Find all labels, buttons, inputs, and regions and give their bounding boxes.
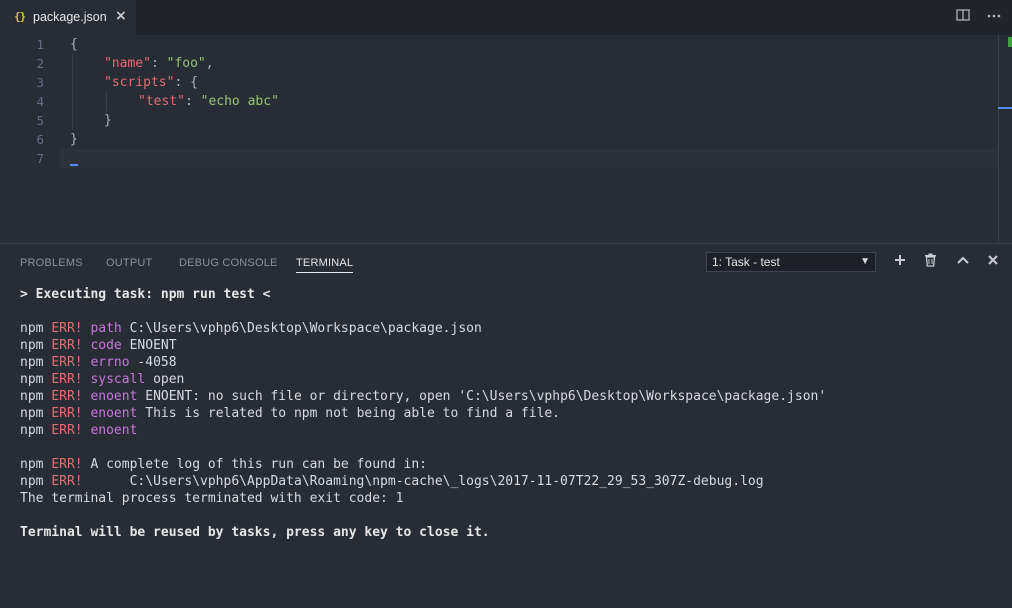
code-line: } — [104, 113, 112, 128]
terminal-select[interactable]: 1: Task - test ▼ — [706, 252, 876, 272]
close-icon[interactable]: × — [115, 8, 127, 24]
tab-problems[interactable]: PROBLEMS — [20, 257, 83, 269]
scroll-change-marker — [1008, 37, 1012, 47]
more-icon[interactable] — [987, 8, 1001, 26]
tab-terminal[interactable]: TERMINAL — [296, 257, 354, 273]
line-number: 2 — [36, 56, 44, 71]
add-terminal-icon[interactable] — [893, 253, 907, 271]
terminal-line: npm ERR! syscall open — [20, 372, 185, 387]
line-number: 6 — [36, 132, 44, 147]
code-line: "scripts": { — [104, 75, 198, 90]
code-line: "name": "foo", — [104, 56, 214, 71]
scrollbar-track[interactable] — [998, 35, 999, 243]
tab-package-json[interactable]: {} package.json × — [0, 0, 136, 35]
code-line: { — [70, 37, 78, 52]
terminal-line: > Executing task: npm run test < — [20, 287, 271, 302]
terminal-line: Terminal will be reused by tasks, press … — [20, 525, 490, 540]
tab-label: package.json — [33, 10, 107, 24]
close-panel-icon[interactable] — [987, 253, 999, 271]
terminal-line: The terminal process terminated with exi… — [20, 491, 404, 506]
terminal-line: npm ERR! enoent ENOENT: no such file or … — [20, 389, 827, 404]
line-number: 5 — [36, 113, 44, 128]
terminal-line: npm ERR! enoent This is related to npm n… — [20, 406, 561, 421]
current-line-highlight — [60, 149, 998, 168]
terminal-line: npm ERR! path C:\Users\vphp6\Desktop\Wor… — [20, 321, 482, 336]
terminal-line: npm ERR! enoent — [20, 423, 138, 438]
terminal-line: npm ERR! code ENOENT — [20, 338, 177, 353]
json-file-icon: {} — [14, 10, 26, 23]
terminal-line: npm ERR! C:\Users\vphp6\AppData\Roaming\… — [20, 474, 764, 489]
line-number: 4 — [36, 94, 44, 109]
terminal-line: npm ERR! errno -4058 — [20, 355, 177, 370]
editor-tab-bar: {} package.json × — [0, 0, 1012, 35]
terminal-select-value: 1: Task - test — [712, 255, 780, 269]
terminal-output[interactable]: > Executing task: npm run test < npm ERR… — [20, 286, 1000, 541]
trash-icon[interactable] — [924, 253, 937, 271]
line-number: 1 — [36, 37, 44, 52]
scroll-cursor-marker — [998, 107, 1012, 109]
caret-down-icon: ▼ — [860, 256, 870, 267]
text-cursor — [70, 164, 78, 166]
chevron-up-icon[interactable] — [956, 253, 970, 271]
tab-output[interactable]: OUTPUT — [106, 257, 152, 269]
indent-guide — [106, 92, 107, 111]
bottom-panel: PROBLEMS OUTPUT DEBUG CONSOLE TERMINAL 1… — [0, 243, 1012, 608]
tab-debug-console[interactable]: DEBUG CONSOLE — [179, 257, 278, 269]
indent-guide — [72, 54, 73, 130]
code-editor[interactable]: 1 2 3 4 5 6 7 { "name": "foo", "scripts"… — [0, 35, 1012, 243]
code-line: } — [70, 132, 78, 147]
split-editor-icon[interactable] — [956, 8, 970, 26]
code-line: "test": "echo abc" — [138, 94, 279, 109]
terminal-line: npm ERR! A complete log of this run can … — [20, 457, 427, 472]
line-number: 7 — [36, 151, 44, 166]
line-number: 3 — [36, 75, 44, 90]
vscode-window: {} package.json × 1 2 3 4 5 6 7 { "name"… — [0, 0, 1012, 608]
